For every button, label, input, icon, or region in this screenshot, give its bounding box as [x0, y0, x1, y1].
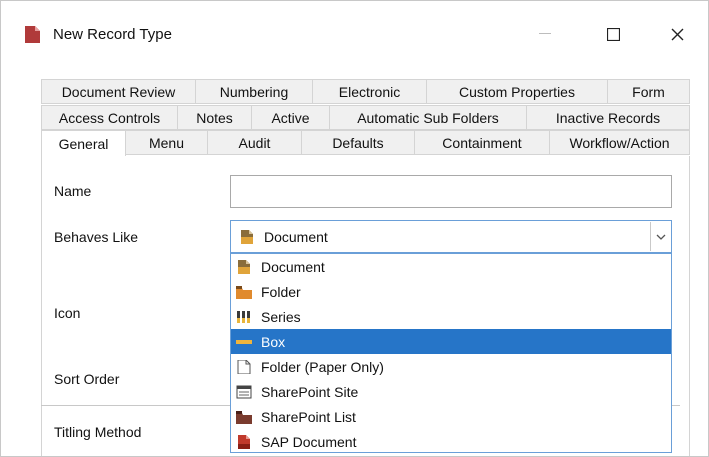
series-icon — [237, 310, 250, 323]
sap-document-icon — [238, 434, 250, 449]
minimize-button[interactable] — [525, 19, 565, 49]
tab-row-2: Access Controls Notes Active Automatic S… — [41, 105, 690, 130]
sharepoint-list-icon — [236, 410, 252, 424]
option-sap-document[interactable]: SAP Document — [231, 429, 671, 454]
close-icon — [671, 28, 683, 40]
tab-numbering[interactable]: Numbering — [196, 79, 313, 104]
chevron-down-icon — [656, 234, 665, 240]
option-folder[interactable]: Folder — [231, 279, 671, 304]
name-input[interactable] — [230, 175, 672, 208]
section-divider-right — [672, 405, 680, 406]
tab-label: Electronic — [338, 83, 401, 100]
tab-workflow-action[interactable]: Workflow/Action — [550, 130, 690, 155]
title-bar: New Record Type — [1, 1, 708, 63]
option-label: Series — [261, 308, 301, 325]
option-label: Folder — [261, 283, 301, 300]
option-sharepoint-list[interactable]: SharePoint List — [231, 404, 671, 429]
close-button[interactable] — [657, 19, 697, 49]
tab-form[interactable]: Form — [608, 79, 690, 104]
maximize-button[interactable] — [593, 19, 633, 49]
document-icon — [238, 259, 250, 274]
option-label: Document — [261, 258, 325, 275]
option-document[interactable]: Document — [231, 254, 671, 279]
dropdown-toggle[interactable] — [650, 222, 670, 251]
tab-access-controls[interactable]: Access Controls — [41, 105, 178, 130]
tab-custom-properties[interactable]: Custom Properties — [427, 79, 608, 104]
tab-label: Workflow/Action — [569, 134, 670, 151]
option-label: SharePoint List — [261, 408, 356, 425]
tab-menu[interactable]: Menu — [126, 130, 208, 155]
document-icon — [241, 229, 253, 244]
option-label: SharePoint Site — [261, 383, 359, 400]
tab-electronic[interactable]: Electronic — [313, 79, 427, 104]
behaves-like-select[interactable]: Document — [230, 220, 672, 253]
new-record-type-dialog: New Record Type Document Review Numberin… — [0, 0, 709, 457]
option-sharepoint-site[interactable]: SharePoint Site — [231, 379, 671, 404]
tab-label: Automatic Sub Folders — [357, 109, 499, 126]
option-label: SAP Document — [261, 433, 357, 450]
tab-general[interactable]: General — [41, 130, 126, 157]
box-icon — [236, 339, 252, 344]
tab-inactive-records[interactable]: Inactive Records — [527, 105, 690, 130]
name-label: Name — [54, 183, 92, 199]
option-series[interactable]: Series — [231, 304, 671, 329]
paper-folder-icon — [237, 359, 251, 374]
tab-label: General — [58, 135, 109, 152]
tab-notes[interactable]: Notes — [178, 105, 252, 130]
behaves-like-value: Document — [264, 228, 328, 245]
tab-containment[interactable]: Containment — [415, 130, 550, 155]
tab-label: Form — [632, 83, 665, 100]
option-box[interactable]: Box — [231, 329, 671, 354]
section-divider — [41, 405, 230, 406]
tab-defaults[interactable]: Defaults — [302, 130, 415, 155]
tab-label: Audit — [238, 134, 271, 151]
behaves-like-label: Behaves Like — [54, 229, 139, 245]
minimize-icon — [539, 33, 551, 34]
option-label: Folder (Paper Only) — [261, 358, 384, 375]
tab-label: Menu — [148, 134, 185, 151]
tab-row-3: General Menu Audit Defaults Containment … — [41, 130, 690, 157]
sharepoint-site-icon — [236, 385, 252, 398]
icon-label: Icon — [54, 305, 81, 321]
tab-label: Inactive Records — [555, 109, 661, 126]
tab-label: Notes — [196, 109, 233, 126]
tab-document-review[interactable]: Document Review — [41, 79, 196, 104]
tab-label: Custom Properties — [459, 83, 575, 100]
tab-label: Access Controls — [58, 109, 161, 126]
titling-method-label: Titling Method — [54, 424, 142, 440]
option-label: Box — [261, 333, 286, 350]
behaves-like-options: Document Folder Series Box Folder (Paper… — [230, 253, 672, 453]
option-folder-paper-only[interactable]: Folder (Paper Only) — [231, 354, 671, 379]
tab-active[interactable]: Active — [252, 105, 330, 130]
tab-label: Numbering — [219, 83, 289, 100]
tab-label: Document Review — [61, 83, 176, 100]
tab-row-1: Document Review Numbering Electronic Cus… — [41, 79, 690, 104]
tab-label: Defaults — [332, 134, 384, 151]
record-type-icon — [25, 26, 40, 43]
tab-audit[interactable]: Audit — [208, 130, 302, 155]
tab-automatic-sub-folders[interactable]: Automatic Sub Folders — [330, 105, 527, 130]
tab-label: Containment — [442, 134, 522, 151]
sort-order-label: Sort Order — [54, 371, 120, 387]
window-title: New Record Type — [53, 26, 172, 43]
folder-icon — [236, 285, 252, 299]
maximize-icon — [606, 27, 620, 41]
tab-label: Active — [271, 109, 310, 126]
